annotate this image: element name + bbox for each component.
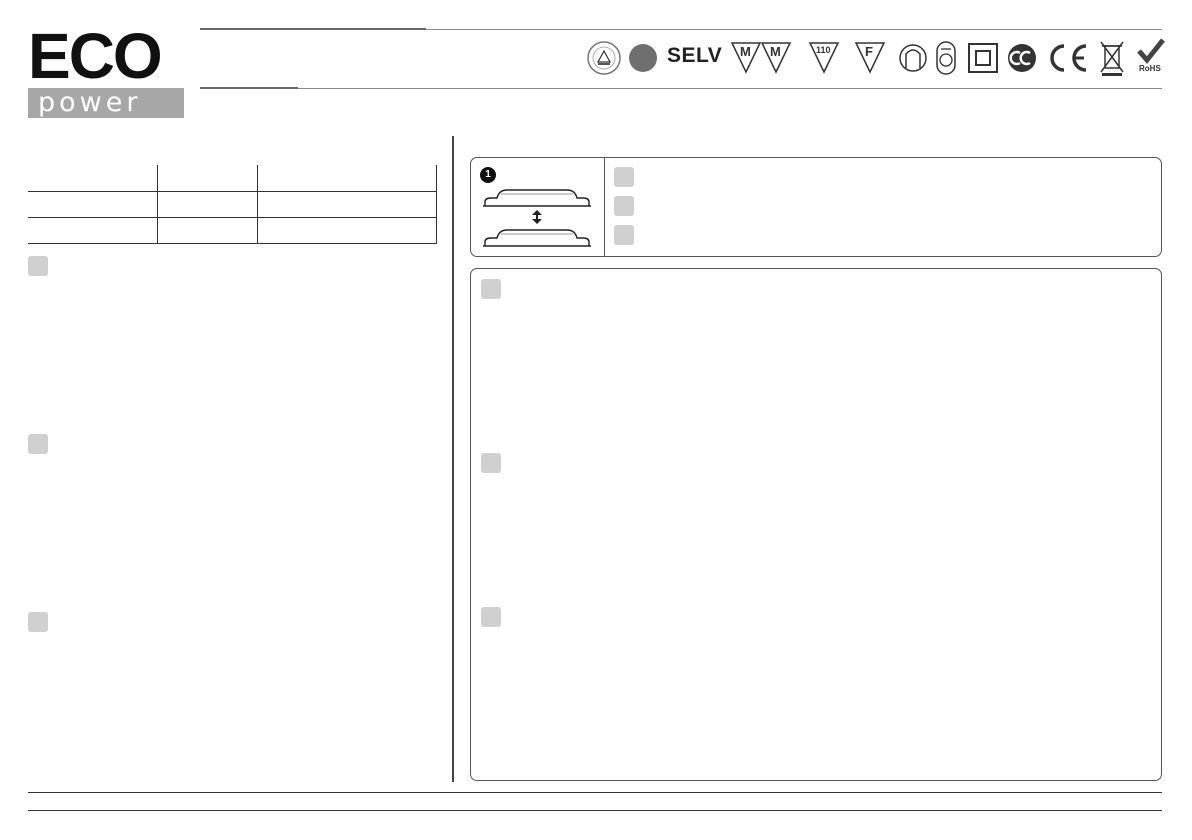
header-rule-bottom bbox=[200, 88, 1162, 89]
temp-mark-label: 110 bbox=[816, 45, 831, 55]
table-col-line-2 bbox=[257, 165, 258, 243]
temperature-110-mark-icon: 110 bbox=[808, 40, 840, 76]
cc-mark-icon bbox=[1008, 44, 1036, 72]
figure-divider bbox=[604, 158, 605, 256]
left-section-marker-2 bbox=[28, 434, 48, 454]
figure-marker-2 bbox=[614, 196, 634, 216]
instructions-panel bbox=[470, 268, 1162, 781]
figure-step-badge: 1 bbox=[480, 167, 496, 183]
left-section-marker-3 bbox=[28, 612, 48, 632]
rohs-label: RoHS bbox=[1139, 64, 1161, 73]
mm-furniture-mark-icon: M M bbox=[730, 40, 792, 76]
eco-power-logo: ECO power bbox=[28, 20, 184, 118]
driver-housing-bottom-icon bbox=[483, 229, 591, 247]
mm-mark-label-2: M bbox=[770, 44, 781, 59]
ce-mark-icon bbox=[1050, 44, 1087, 72]
filled-circle-icon bbox=[629, 44, 657, 72]
selv-icon: SELV bbox=[667, 44, 723, 67]
weee-bin-icon bbox=[1100, 41, 1124, 76]
footer-rule-bottom bbox=[28, 810, 1162, 811]
table-col-line-1 bbox=[157, 165, 158, 243]
figure-marker-1 bbox=[614, 167, 634, 187]
f-mark-label: F bbox=[865, 44, 873, 59]
lamp-holder-icon bbox=[899, 44, 927, 72]
table-row-line-1 bbox=[28, 191, 437, 192]
figure-marker-3 bbox=[614, 225, 634, 245]
table-col-line-3 bbox=[436, 165, 437, 243]
installation-figure-panel: 1 bbox=[470, 157, 1162, 257]
left-section-marker-1 bbox=[28, 256, 48, 276]
table-row-line-2 bbox=[28, 217, 437, 218]
double-arrow-icon bbox=[532, 210, 542, 224]
logo-eco-text: ECO bbox=[28, 20, 163, 92]
tuv-safety-mark-icon bbox=[587, 41, 621, 75]
header-rule-bottom-accent bbox=[200, 87, 298, 89]
footer-rule-top bbox=[28, 792, 1162, 793]
double-insulation-icon bbox=[968, 43, 998, 73]
f-mark-icon: F bbox=[854, 40, 886, 76]
column-divider bbox=[452, 136, 454, 782]
rohs-check-icon: RoHS bbox=[1136, 38, 1166, 78]
certification-icons: SELV M M 110 F RoHS bbox=[586, 38, 1166, 78]
instructions-marker-1 bbox=[481, 279, 501, 299]
figure-step-number: 1 bbox=[485, 169, 491, 180]
driver-housing-top-icon bbox=[483, 189, 591, 207]
instructions-marker-3 bbox=[481, 607, 501, 627]
header-rule-top-accent bbox=[200, 28, 426, 30]
thermal-protection-icon bbox=[936, 41, 956, 75]
instructions-marker-2 bbox=[481, 453, 501, 473]
table-row-line-3 bbox=[28, 243, 437, 244]
logo-power-text: power bbox=[28, 88, 184, 118]
mm-mark-label-1: M bbox=[740, 44, 751, 59]
